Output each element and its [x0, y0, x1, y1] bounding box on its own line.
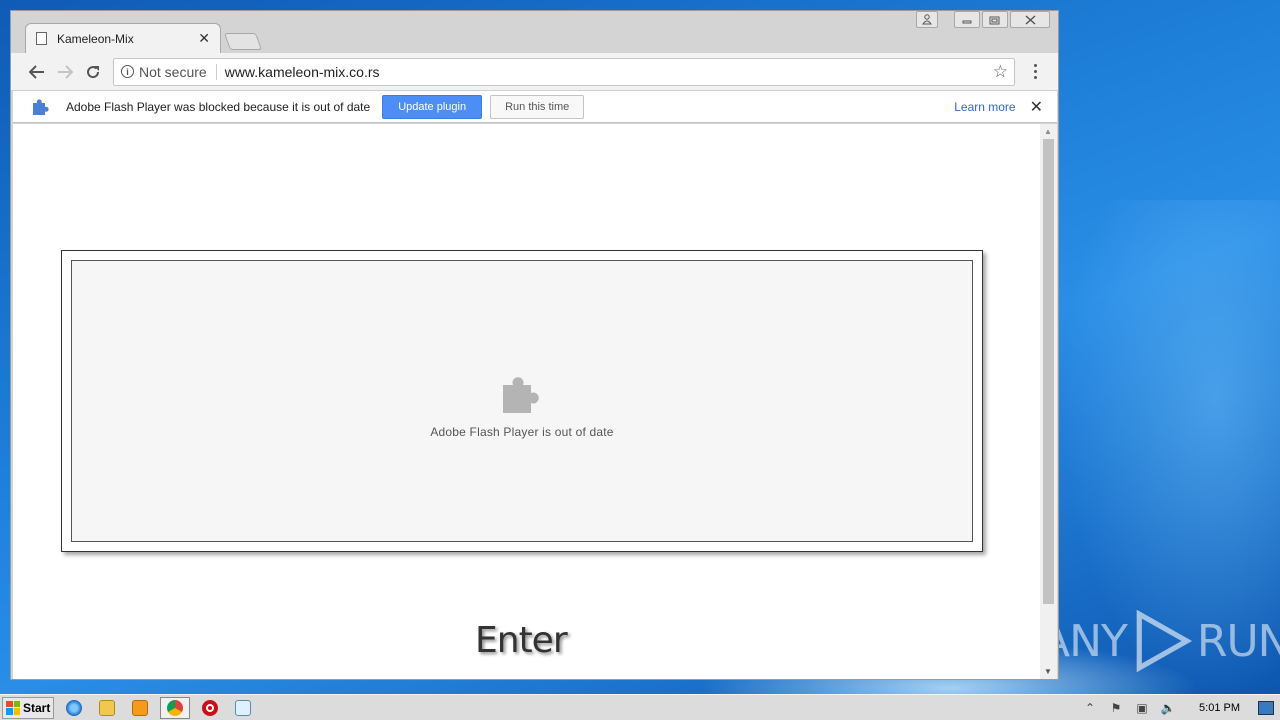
tab-title: Kameleon-Mix: [57, 31, 134, 46]
system-tray: ⌃ ⚑ ▣ 🔈 5:01 PM: [1077, 697, 1280, 719]
start-label: Start: [23, 700, 51, 715]
vertical-scrollbar[interactable]: ▲ ▼: [1040, 124, 1057, 679]
network-icon[interactable]: ▣: [1134, 700, 1150, 716]
info-icon[interactable]: i: [121, 65, 134, 78]
start-button[interactable]: Start: [2, 696, 54, 719]
notepad-icon: [235, 699, 251, 716]
taskbar-notepad[interactable]: [230, 697, 256, 719]
puzzle-piece-icon: [33, 98, 49, 115]
security-label[interactable]: Not secure: [139, 64, 207, 80]
plugin-infobar: Adobe Flash Player was blocked because i…: [13, 91, 1057, 123]
tab-kameleon-mix[interactable]: Kameleon-Mix ✕: [25, 23, 221, 53]
back-button[interactable]: [23, 58, 51, 86]
menu-dot: [1033, 64, 1037, 67]
back-arrow-icon: [29, 64, 44, 79]
folder-icon: [99, 699, 115, 716]
browser-toolbar: i Not secure www.kameleon-mix.co.rs ☆: [11, 53, 1058, 91]
forward-button[interactable]: [51, 58, 79, 86]
bookmark-star-icon[interactable]: ☆: [993, 62, 1008, 82]
show-hidden-icons-icon[interactable]: ⌃: [1082, 700, 1098, 716]
forward-arrow-icon: [58, 64, 73, 79]
taskbar-file-explorer[interactable]: [94, 697, 120, 719]
update-plugin-button[interactable]: Update plugin: [382, 94, 483, 119]
address-bar[interactable]: i Not secure www.kameleon-mix.co.rs ☆: [113, 57, 1015, 86]
close-infobar-icon[interactable]: ✕: [1030, 97, 1043, 117]
reload-icon: [87, 65, 100, 78]
scroll-up-icon[interactable]: ▲: [1044, 127, 1052, 136]
flash-plugin-placeholder[interactable]: Adobe Flash Player is out of date: [71, 260, 973, 542]
flash-plugin-frame: Adobe Flash Player is out of date: [61, 250, 983, 552]
browser-window: Kameleon-Mix ✕ i Not secure www.kameleon…: [10, 10, 1059, 680]
plugin-status-text: Adobe Flash Player is out of date: [430, 425, 614, 439]
opera-icon: [202, 699, 218, 716]
show-desktop-button[interactable]: [1258, 700, 1274, 715]
media-player-icon: [132, 699, 148, 716]
play-icon: [1136, 610, 1192, 672]
tab-strip: Kameleon-Mix ✕: [11, 23, 1058, 53]
watermark-right-text: RUN: [1196, 615, 1280, 667]
chrome-icon: [167, 699, 183, 716]
learn-more-link[interactable]: Learn more: [954, 100, 1015, 114]
menu-dot: [1033, 70, 1037, 73]
taskbar-chrome[interactable]: [160, 696, 190, 719]
omnibox-separator: [215, 63, 217, 80]
browser-menu-button[interactable]: [1025, 58, 1045, 86]
url-text[interactable]: www.kameleon-mix.co.rs: [225, 64, 993, 80]
new-tab-button[interactable]: [223, 33, 263, 50]
close-tab-icon[interactable]: ✕: [198, 30, 210, 47]
reload-button[interactable]: [79, 58, 107, 86]
windows-logo-icon: [6, 700, 20, 715]
volume-icon[interactable]: 🔈: [1160, 700, 1176, 716]
page-content: Adobe Flash Player is out of date Enter …: [13, 124, 1057, 679]
page-icon: [36, 32, 47, 45]
run-this-time-button[interactable]: Run this time: [490, 94, 585, 119]
scroll-down-icon[interactable]: ▼: [1044, 667, 1052, 676]
menu-dot: [1033, 76, 1037, 79]
taskbar-opera[interactable]: [197, 697, 223, 719]
scrollbar-thumb[interactable]: [1043, 139, 1054, 604]
internet-explorer-icon: [66, 699, 82, 716]
infobar-message: Adobe Flash Player was blocked because i…: [66, 99, 371, 114]
action-center-flag-icon[interactable]: ⚑: [1108, 700, 1124, 716]
taskbar-media-player[interactable]: [127, 697, 153, 719]
enter-link[interactable]: Enter: [475, 620, 568, 661]
puzzle-piece-icon: [503, 377, 539, 413]
taskbar: Start ⌃ ⚑ ▣ 🔈 5:01 PM: [0, 694, 1280, 720]
taskbar-internet-explorer[interactable]: [61, 697, 87, 719]
taskbar-clock[interactable]: 5:01 PM: [1199, 702, 1240, 714]
anyrun-watermark: ANY RUN: [1040, 606, 1280, 676]
